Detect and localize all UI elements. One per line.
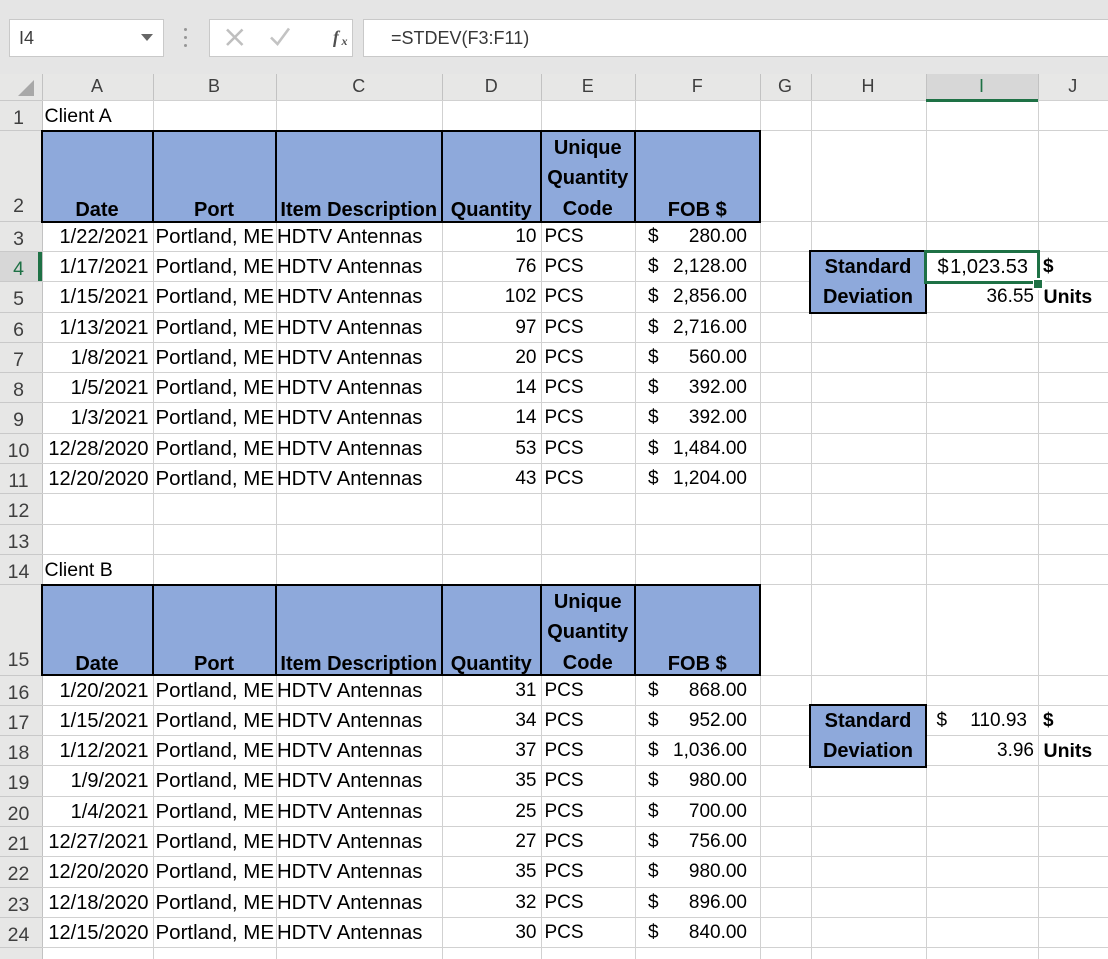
svg-text:x: x: [341, 34, 348, 48]
svg-text:f: f: [333, 27, 341, 47]
